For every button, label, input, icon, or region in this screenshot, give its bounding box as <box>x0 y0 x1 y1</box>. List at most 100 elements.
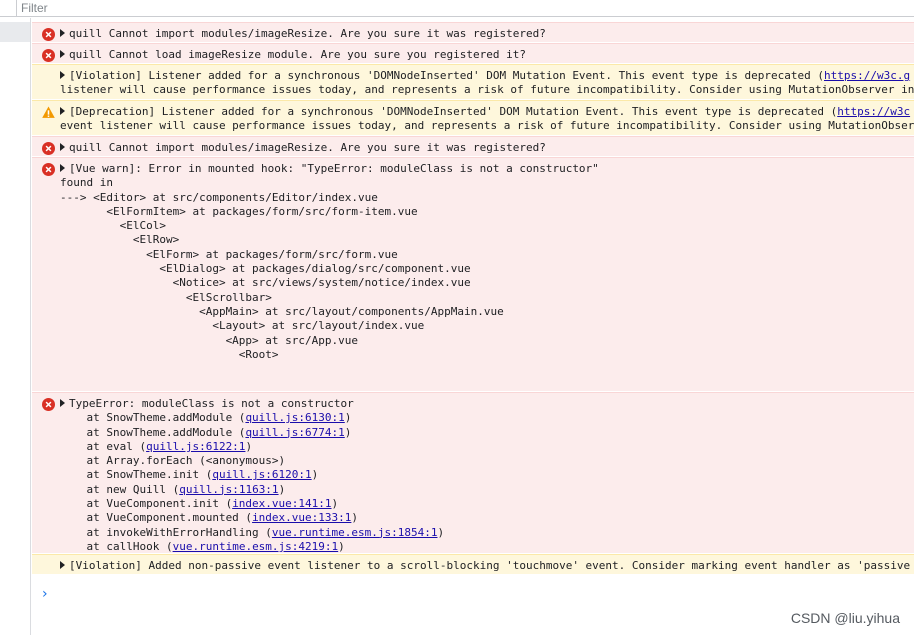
console-message-error[interactable]: quill Cannot import modules/imageResize.… <box>32 136 914 157</box>
message-line: <Layout> at src/layout/index.vue <box>60 319 914 333</box>
stack-frame-text: at new Quill ( <box>60 482 180 496</box>
console-message-error[interactable]: TypeError: moduleClass is not a construc… <box>32 392 914 554</box>
message-line: found in <box>60 176 914 190</box>
expand-triangle-icon[interactable] <box>60 29 65 37</box>
source-link[interactable]: https://w3c.g <box>824 69 910 82</box>
stack-frame-link[interactable]: quill.js:6130:1 <box>245 411 344 424</box>
warning-icon <box>42 106 55 118</box>
line-text: TypeError: moduleClass is not a construc… <box>69 397 354 410</box>
stack-frame-text: at VueComponent.init ( <box>60 497 233 511</box>
stack-frame-end: ) <box>351 511 359 525</box>
line-text: [Deprecation] Listener added for a synch… <box>69 105 838 118</box>
stack-frame-text: at Array.forEach (<anonymous>) <box>60 454 286 468</box>
stack-frame-link[interactable]: quill.js:1163:1 <box>179 483 278 496</box>
message-line: <App> at src/App.vue <box>60 334 914 348</box>
source-link[interactable]: https://w3c <box>837 105 910 118</box>
message-line: <ElRow> <box>60 233 914 247</box>
message-line: quill Cannot import modules/imageResize.… <box>60 141 914 155</box>
error-icon <box>42 398 55 411</box>
line-text: <App> at src/App.vue <box>60 333 359 347</box>
line-text: listener will cause performance issues t… <box>60 83 914 97</box>
stack-frame-text: at SnowTheme.addModule ( <box>60 425 246 439</box>
message-line: <AppMain> at src/layout/components/AppMa… <box>60 305 914 319</box>
message-line: <Root> <box>60 348 914 362</box>
message-line: <ElForm> at packages/form/src/form.vue <box>60 248 914 262</box>
line-text: [Violation] Listener added for a synchro… <box>69 69 824 82</box>
console-message-error[interactable]: quill Cannot load imageResize module. Ar… <box>32 43 914 64</box>
message-line: TypeError: moduleClass is not a construc… <box>60 397 914 411</box>
stack-frame-link[interactable]: quill.js:6120:1 <box>212 468 311 481</box>
line-text: <ElScrollbar> <box>60 290 272 304</box>
stack-frame-link[interactable]: vue.runtime.esm.js:4219:1 <box>173 540 339 553</box>
message-line: [Vue warn]: Error in mounted hook: "Type… <box>60 162 914 176</box>
line-text: <ElForm> at packages/form/src/form.vue <box>60 247 398 261</box>
console-message-error[interactable]: [Vue warn]: Error in mounted hook: "Type… <box>32 157 914 392</box>
console-message-warning[interactable]: [Deprecation] Listener added for a synch… <box>32 100 914 136</box>
stack-frame-text: at VueComponent.mounted ( <box>60 511 253 525</box>
line-text: found in <box>60 176 113 190</box>
message-line: <Notice> at src/views/system/notice/inde… <box>60 276 914 290</box>
message-line: ---> <Editor> at src/components/Editor/i… <box>60 191 914 205</box>
stack-frame: at SnowTheme.addModule (quill.js:6130:1) <box>60 411 914 425</box>
console-message-error[interactable]: quill Cannot import modules/imageResize.… <box>32 22 914 43</box>
message-line: [Violation] Listener added for a synchro… <box>60 69 914 83</box>
error-icon <box>42 49 55 62</box>
stack-frame-link[interactable]: index.vue:133:1 <box>252 511 351 524</box>
gutter-selection <box>0 22 30 42</box>
stack-frame: at SnowTheme.init (quill.js:6120:1) <box>60 468 914 482</box>
line-text: <ElFormItem> at packages/form/src/form-i… <box>60 204 418 218</box>
stack-frame-link[interactable]: quill.js:6122:1 <box>146 440 245 453</box>
expand-triangle-icon[interactable] <box>60 164 65 172</box>
expand-triangle-icon[interactable] <box>60 561 65 569</box>
filter-input[interactable] <box>16 0 914 16</box>
stack-frame-link[interactable]: quill.js:6774:1 <box>245 426 344 439</box>
line-text: <ElRow> <box>60 233 180 247</box>
stack-frame-text: at SnowTheme.init ( <box>60 468 213 482</box>
line-text: <Root> <box>60 347 279 361</box>
sidebar-gutter <box>0 18 31 635</box>
line-text: <AppMain> at src/layout/components/AppMa… <box>60 304 504 318</box>
stack-frame-end: ) <box>311 468 319 482</box>
line-text: <Notice> at src/views/system/notice/inde… <box>60 276 471 290</box>
stack-frame-text: at SnowTheme.addModule ( <box>60 411 246 425</box>
line-text: ---> <Editor> at src/components/Editor/i… <box>60 190 378 204</box>
console-message-violation[interactable]: [Violation] Added non-passive event list… <box>32 554 914 575</box>
line-text: [Violation] Added non-passive event list… <box>69 559 911 572</box>
expand-triangle-icon[interactable] <box>60 399 65 407</box>
error-icon <box>42 163 55 176</box>
stack-frame-end: ) <box>344 425 352 439</box>
stack-frame: at Array.forEach (<anonymous>) <box>60 454 914 468</box>
stack-frame-end: ) <box>344 411 352 425</box>
stack-frame-link[interactable]: vue.runtime.esm.js:1854:1 <box>272 526 438 539</box>
message-text: quill Cannot import modules/imageResize.… <box>60 141 914 155</box>
console-messages: quill Cannot import modules/imageResize.… <box>32 22 914 575</box>
message-line: event listener will cause performance is… <box>60 119 914 133</box>
message-text: TypeError: moduleClass is not a construc… <box>60 397 914 553</box>
stack-frame: at SnowTheme.addModule (quill.js:6774:1) <box>60 426 914 440</box>
stack-frame: at eval (quill.js:6122:1) <box>60 440 914 454</box>
message-line: listener will cause performance issues t… <box>60 83 914 97</box>
line-text: <ElDialog> at packages/dialog/src/compon… <box>60 262 471 276</box>
expand-triangle-icon[interactable] <box>60 143 65 151</box>
console-message-violation[interactable]: [Violation] Listener added for a synchro… <box>32 64 914 100</box>
expand-triangle-icon[interactable] <box>60 107 65 115</box>
error-icon <box>42 142 55 155</box>
line-text: <ElCol> <box>60 219 166 233</box>
stack-frame: at invokeWithErrorHandling (vue.runtime.… <box>60 526 914 540</box>
stack-frame-link[interactable]: index.vue:141:1 <box>232 497 331 510</box>
stack-frame-text: at eval ( <box>60 439 147 453</box>
message-line: <ElDialog> at packages/dialog/src/compon… <box>60 262 914 276</box>
console-prompt[interactable]: › <box>42 586 48 602</box>
stack-frame-text: at invokeWithErrorHandling ( <box>60 525 272 539</box>
expand-triangle-icon[interactable] <box>60 50 65 58</box>
message-line: [Violation] Added non-passive event list… <box>60 559 914 573</box>
line-text: event listener will cause performance is… <box>60 119 914 133</box>
message-text: [Deprecation] Listener added for a synch… <box>60 105 914 134</box>
message-text: [Vue warn]: Error in mounted hook: "Type… <box>60 162 914 362</box>
stack-frame-end: ) <box>245 439 253 453</box>
stack-frame: at VueComponent.mounted (index.vue:133:1… <box>60 511 914 525</box>
message-text: quill Cannot import modules/imageResize.… <box>60 27 914 41</box>
expand-triangle-icon[interactable] <box>60 71 65 79</box>
filter-bar <box>0 0 914 17</box>
message-text: [Violation] Listener added for a synchro… <box>60 69 914 98</box>
